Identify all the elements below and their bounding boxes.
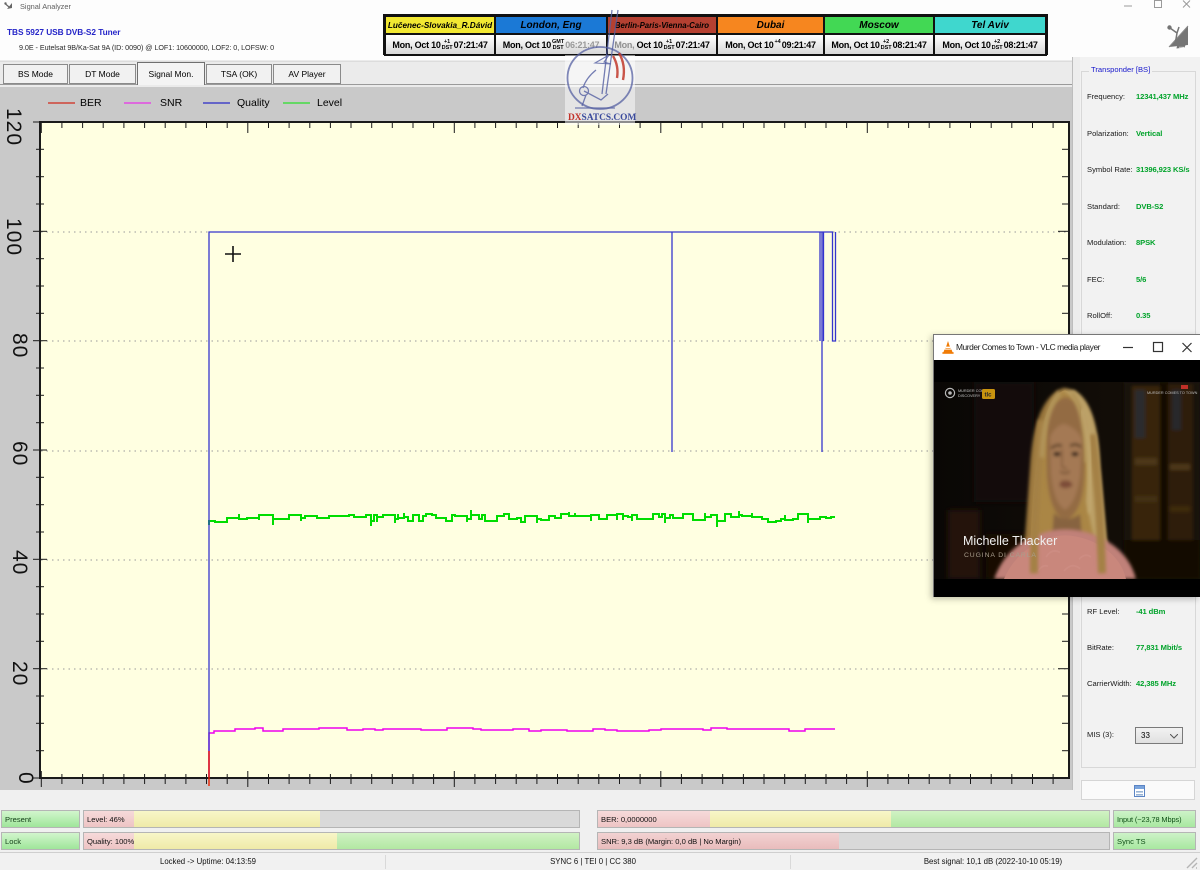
svg-text:MURDER COMES TO TOWN: MURDER COMES TO TOWN — [1147, 391, 1198, 395]
svg-text:DXSATCS.COM: DXSATCS.COM — [568, 113, 636, 123]
svg-text:CUGINA DI CARLA: CUGINA DI CARLA — [964, 552, 1037, 559]
svg-text:DISCOVERY: DISCOVERY — [958, 394, 981, 398]
svg-text:Michelle Thacker: Michelle Thacker — [963, 534, 1057, 548]
svg-text:tlc: tlc — [985, 393, 993, 399]
